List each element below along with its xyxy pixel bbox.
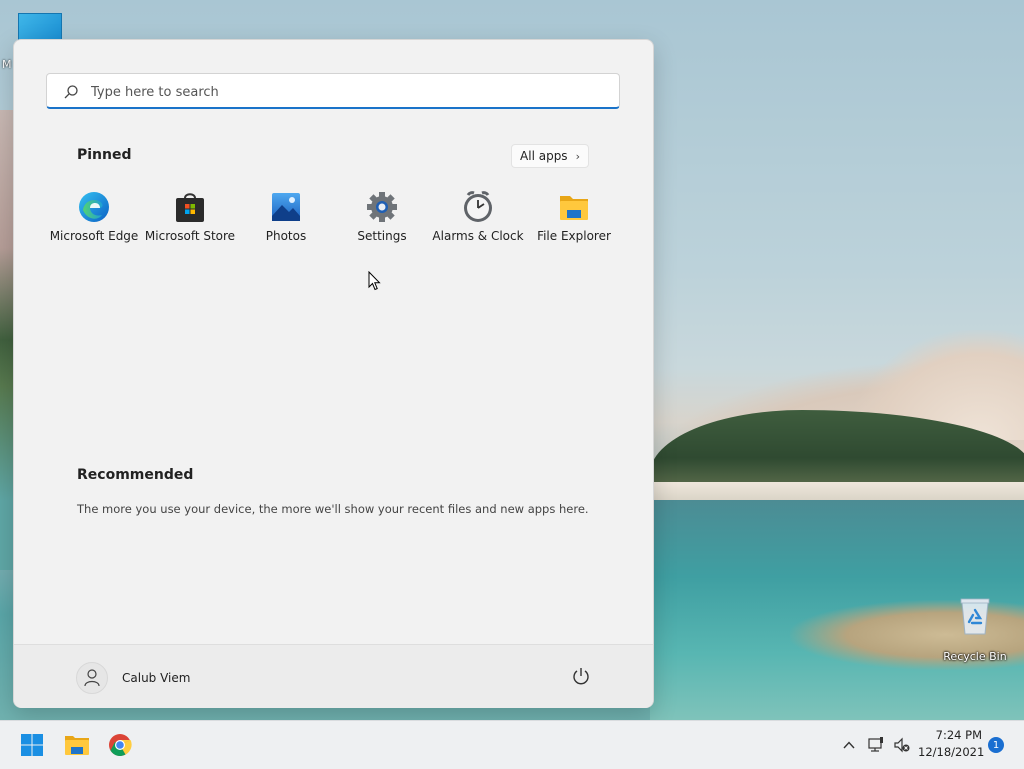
pinned-app-microsoft-edge[interactable]: Microsoft Edge bbox=[46, 190, 142, 250]
clock-time: 7:24 PM bbox=[935, 728, 982, 742]
desktop-icon[interactable] bbox=[18, 13, 62, 41]
photos-icon bbox=[272, 193, 300, 221]
taskbar-file-explorer[interactable] bbox=[61, 729, 93, 761]
pinned-heading: Pinned bbox=[77, 147, 132, 163]
windows-logo-icon bbox=[21, 734, 43, 756]
pinned-app-microsoft-store[interactable]: Microsoft Store bbox=[142, 190, 238, 250]
start-menu-footer: Calub Viem bbox=[14, 644, 653, 708]
avatar bbox=[76, 662, 108, 694]
user-name: Calub Viem bbox=[122, 671, 191, 685]
notification-badge[interactable]: 1 bbox=[988, 737, 1004, 753]
pinned-app-label: Photos bbox=[265, 229, 307, 243]
pinned-app-label: Settings bbox=[357, 229, 407, 243]
search-box[interactable] bbox=[46, 73, 620, 109]
user-icon bbox=[84, 669, 100, 687]
folder-icon bbox=[560, 196, 588, 220]
all-apps-button[interactable]: All apps › bbox=[511, 144, 589, 168]
pinned-app-alarms-clock[interactable]: Alarms & Clock bbox=[430, 190, 526, 250]
recommended-empty-text: The more you use your device, the more w… bbox=[77, 502, 589, 516]
search-icon bbox=[64, 85, 78, 99]
power-icon[interactable] bbox=[571, 666, 591, 686]
all-apps-label: All apps bbox=[520, 149, 568, 163]
pinned-app-label: Alarms & Clock bbox=[432, 229, 524, 243]
search-input[interactable] bbox=[89, 80, 593, 104]
user-account-button[interactable]: Calub Viem bbox=[76, 662, 190, 694]
pinned-app-label: Microsoft Edge bbox=[49, 229, 139, 243]
desktop-icon-label: M bbox=[2, 58, 12, 71]
edge-icon bbox=[79, 192, 109, 222]
clock-date: 12/18/2021 bbox=[918, 745, 985, 759]
pinned-app-photos[interactable]: Photos bbox=[238, 190, 334, 250]
recycle-bin-label: Recycle Bin bbox=[943, 650, 1007, 663]
network-icon[interactable] bbox=[867, 736, 885, 754]
pinned-app-file-explorer[interactable]: File Explorer bbox=[526, 190, 622, 250]
pinned-app-label: Microsoft Store bbox=[144, 229, 236, 243]
store-icon bbox=[176, 193, 204, 222]
alarm-clock-icon bbox=[464, 191, 492, 222]
mouse-cursor-icon bbox=[368, 271, 381, 291]
taskbar: 7:24 PM 12/18/2021 1 bbox=[0, 720, 1024, 769]
recycle-bin-icon bbox=[958, 596, 992, 636]
pinned-apps-grid: Microsoft Edge Microsoft Store Photos Se… bbox=[46, 190, 622, 250]
chevron-right-icon: › bbox=[575, 149, 580, 163]
wallpaper-left-strip bbox=[0, 110, 14, 570]
chevron-up-icon[interactable] bbox=[842, 738, 856, 752]
folder-icon bbox=[65, 736, 89, 755]
volume-muted-icon[interactable] bbox=[893, 736, 911, 754]
start-menu: Pinned All apps › Microsoft Edge bbox=[13, 39, 654, 708]
recommended-heading: Recommended bbox=[77, 467, 194, 483]
chrome-icon bbox=[109, 734, 132, 756]
pinned-app-label: File Explorer bbox=[537, 229, 611, 243]
taskbar-chrome[interactable] bbox=[104, 729, 136, 761]
taskbar-clock[interactable]: 7:24 PM 12/18/2021 bbox=[918, 727, 985, 761]
wallpaper-beach bbox=[650, 482, 1024, 502]
settings-gear-icon bbox=[367, 192, 397, 222]
pinned-app-settings[interactable]: Settings bbox=[334, 190, 430, 250]
recycle-bin-shortcut[interactable]: Recycle Bin bbox=[942, 596, 1008, 663]
start-button[interactable] bbox=[16, 729, 48, 761]
